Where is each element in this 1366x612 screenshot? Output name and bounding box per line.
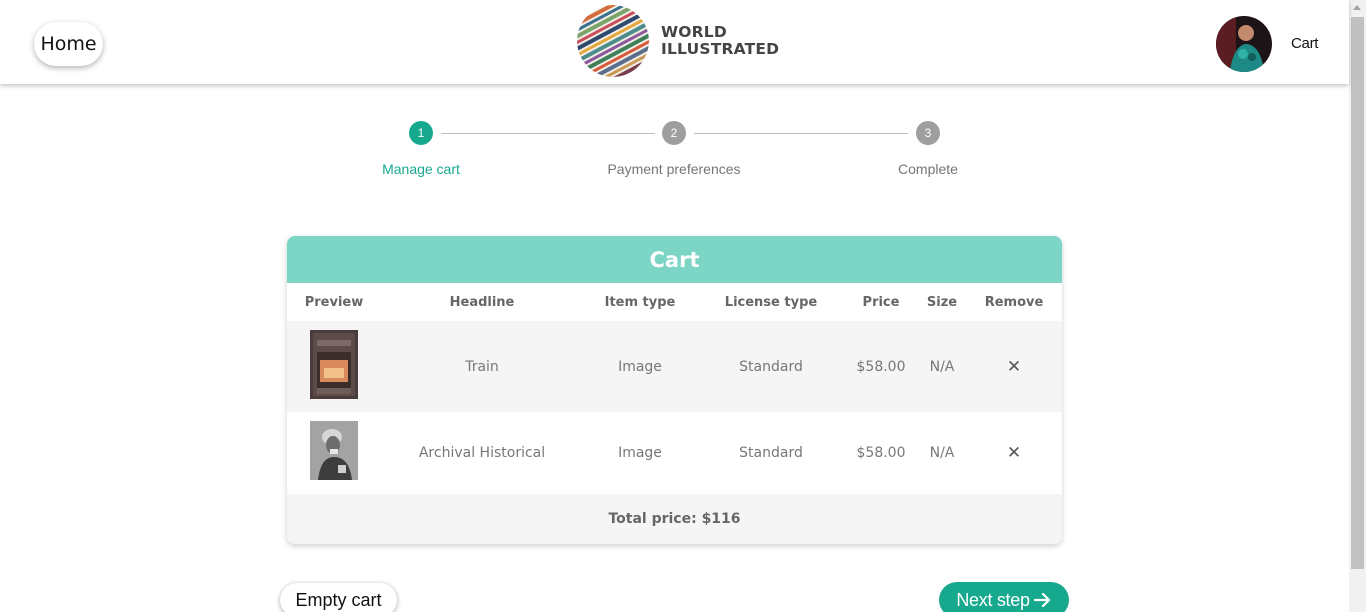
item-preview-thumbnail[interactable] bbox=[310, 421, 358, 480]
striped-globe-logo-icon bbox=[577, 5, 649, 77]
step-label: Complete bbox=[898, 161, 958, 177]
column-header-price: Price bbox=[862, 295, 900, 310]
logo-line-1: WORLD bbox=[661, 23, 727, 41]
arrow-right-icon bbox=[1033, 592, 1050, 608]
scrollbar-thumb[interactable] bbox=[1351, 17, 1364, 569]
cart-title: Cart bbox=[287, 236, 1062, 283]
cart-link[interactable]: Cart bbox=[1291, 35, 1318, 52]
column-header-preview: Preview bbox=[304, 295, 364, 310]
step-number-badge: 1 bbox=[409, 121, 433, 145]
step-label: Manage cart bbox=[382, 161, 460, 177]
item-preview-thumbnail[interactable] bbox=[310, 330, 358, 399]
license-type: Standard bbox=[739, 445, 803, 461]
checkout-stepper: 1 Manage cart 2 Payment preferences 3 Co… bbox=[0, 118, 1349, 188]
remove-item-button[interactable]: ✕ bbox=[1007, 357, 1021, 377]
next-step-label: Next step bbox=[956, 589, 1030, 610]
empty-cart-button[interactable]: Empty cart bbox=[280, 583, 397, 612]
item-size: N/A bbox=[929, 445, 955, 461]
column-header-remove: Remove bbox=[984, 295, 1044, 310]
column-header-size: Size bbox=[926, 295, 958, 310]
table-row: Archival Historical Image Standard $58.0… bbox=[287, 412, 1062, 494]
item-headline: Archival Historical bbox=[418, 445, 546, 461]
remove-item-button[interactable]: ✕ bbox=[1007, 443, 1021, 463]
home-button[interactable]: Home bbox=[34, 22, 103, 66]
item-type: Image bbox=[618, 358, 662, 375]
user-avatar[interactable] bbox=[1216, 16, 1272, 72]
item-headline: Train bbox=[465, 358, 499, 375]
step-label: Payment preferences bbox=[607, 161, 741, 177]
item-price: $58.00 bbox=[856, 358, 906, 375]
column-header-item-type: Item type bbox=[604, 295, 676, 310]
step-manage-cart: 1 Manage cart bbox=[321, 118, 521, 177]
logo-line-2: ILLUSTRATED bbox=[661, 40, 780, 58]
column-header-license-type: License type bbox=[724, 295, 818, 310]
step-number-badge: 2 bbox=[662, 121, 686, 145]
item-price: $58.00 bbox=[856, 445, 906, 461]
cart-total: Total price: $116 bbox=[287, 494, 1062, 544]
item-size: N/A bbox=[929, 358, 955, 375]
cart-panel: Cart Preview Headline Item type License … bbox=[287, 236, 1062, 544]
table-row: Train Image Standard $58.00 N/A ✕ bbox=[287, 321, 1062, 412]
top-navigation-bar: Home WORLD ILLUSTRATED Cart bbox=[0, 0, 1349, 84]
step-complete: 3 Complete bbox=[828, 118, 1028, 177]
close-icon[interactable]: ✕ bbox=[1007, 443, 1021, 463]
item-type: Image bbox=[618, 445, 662, 461]
logo-wordmark: WORLD ILLUSTRATED bbox=[661, 24, 779, 58]
column-header-headline: Headline bbox=[449, 295, 515, 310]
license-type: Standard bbox=[739, 358, 803, 375]
world-illustrated-logo[interactable]: WORLD ILLUSTRATED bbox=[577, 5, 779, 77]
vertical-scrollbar[interactable] bbox=[1349, 0, 1366, 612]
close-icon[interactable]: ✕ bbox=[1007, 357, 1021, 377]
step-number-badge: 3 bbox=[916, 121, 940, 145]
cart-table-header: Preview Headline Item type License type … bbox=[287, 283, 1062, 321]
step-payment-preferences: 2 Payment preferences bbox=[574, 118, 774, 177]
scroll-up-arrow-icon[interactable] bbox=[1353, 5, 1361, 10]
next-step-button[interactable]: Next step bbox=[939, 582, 1069, 612]
